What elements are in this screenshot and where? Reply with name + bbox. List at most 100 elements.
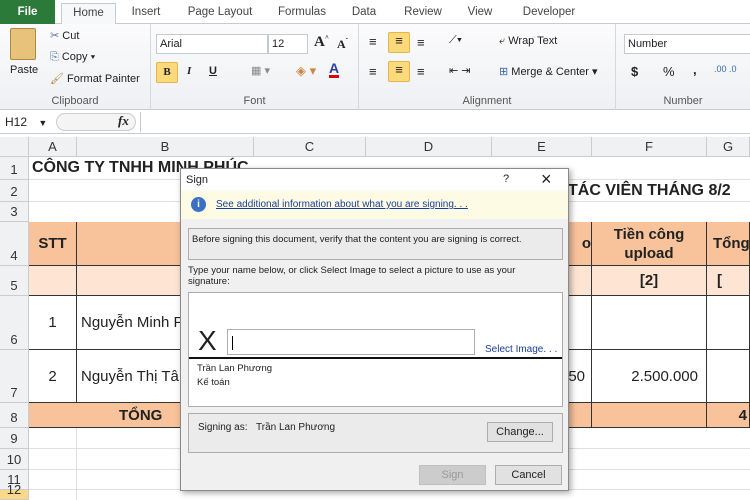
- align-center-icon[interactable]: ≡: [388, 61, 410, 82]
- tab-file[interactable]: File: [0, 0, 55, 24]
- increase-decimal-icon[interactable]: .00 .0: [714, 64, 737, 74]
- font-size-select[interactable]: 12: [268, 34, 308, 54]
- cut-button[interactable]: ✂ Cut: [50, 29, 79, 42]
- cell-g6[interactable]: [707, 296, 750, 350]
- total-f[interactable]: [592, 403, 707, 428]
- font-color-icon[interactable]: A: [329, 61, 340, 78]
- grow-font-icon[interactable]: A^: [314, 34, 329, 51]
- row-header-4[interactable]: 4: [0, 222, 29, 266]
- align-top-icon[interactable]: ≡: [369, 34, 377, 49]
- insert-function-button[interactable]: fx: [118, 113, 129, 129]
- indent-icons[interactable]: ⇤ ⇥: [449, 64, 471, 77]
- percent-button[interactable]: %: [663, 64, 675, 79]
- sign-button[interactable]: Sign: [419, 465, 486, 485]
- italic-button[interactable]: I: [187, 65, 191, 77]
- tab-review[interactable]: Review: [398, 3, 448, 24]
- row-header-3[interactable]: 3: [0, 202, 29, 222]
- paste-icon[interactable]: [10, 28, 36, 60]
- close-button[interactable]: ×: [541, 169, 552, 190]
- additional-info-link[interactable]: See additional information about what yo…: [216, 199, 468, 210]
- row-header-7[interactable]: 7: [0, 350, 29, 403]
- scissors-icon: ✂: [50, 30, 63, 42]
- format-painter-button[interactable]: 🖌 Format Painter: [50, 72, 140, 85]
- copy-button[interactable]: ⎘ Copy ▾: [50, 51, 95, 64]
- align-bottom-icon[interactable]: ≡: [417, 35, 425, 50]
- select-image-link[interactable]: Select Image. . .: [485, 344, 557, 355]
- row-header-8[interactable]: 8: [0, 403, 29, 428]
- row-header-2[interactable]: 2: [0, 180, 29, 202]
- column-header-a[interactable]: A: [29, 137, 77, 157]
- tab-home[interactable]: Home: [61, 3, 116, 25]
- merge-center-button[interactable]: ⊞ Merge & Center ▾: [499, 65, 598, 78]
- help-button[interactable]: ?: [503, 173, 509, 185]
- comma-button[interactable]: ,: [693, 62, 697, 77]
- text-cursor: [232, 336, 233, 351]
- align-right-icon[interactable]: ≡: [417, 64, 425, 79]
- brush-icon: 🖌: [50, 73, 64, 85]
- gridline: [76, 428, 77, 500]
- row-header-5[interactable]: 5: [0, 266, 29, 296]
- wrap-text-label: Wrap Text: [508, 35, 558, 47]
- header-stt[interactable]: STT: [29, 222, 77, 266]
- align-left-icon[interactable]: ≡: [369, 64, 377, 79]
- cell-f6[interactable]: [592, 296, 707, 350]
- borders-icon[interactable]: ▦ ▾: [251, 64, 270, 77]
- column-header-d[interactable]: D: [366, 137, 492, 157]
- header-upload-pay[interactable]: Tiền công upload: [592, 222, 707, 266]
- cell-f7[interactable]: 2.500.000: [592, 350, 707, 403]
- shrink-font-icon[interactable]: Aˇ: [337, 37, 348, 52]
- tab-page-layout[interactable]: Page Layout: [180, 3, 260, 24]
- formula-input[interactable]: [140, 112, 750, 132]
- orientation-icon[interactable]: ⟋▾: [449, 34, 462, 47]
- font-name-select[interactable]: Arial: [156, 34, 268, 54]
- signature-x-mark: X: [198, 325, 217, 356]
- signer-name: Trần Lan Phương: [197, 363, 273, 374]
- tab-view[interactable]: View: [460, 3, 500, 24]
- name-box[interactable]: H12 ▼: [2, 113, 52, 131]
- row-header-12[interactable]: 12: [0, 482, 29, 500]
- number-format-select[interactable]: Number: [624, 34, 750, 54]
- tab-data[interactable]: Data: [344, 3, 384, 24]
- sub-cell[interactable]: [29, 266, 77, 296]
- sign-dialog: Sign ? × i See additional information ab…: [180, 168, 569, 491]
- sub-cell-f[interactable]: [2]: [592, 266, 707, 296]
- sub-cell-g[interactable]: [: [707, 266, 750, 296]
- total-g[interactable]: 4: [707, 403, 750, 428]
- bold-button[interactable]: B: [156, 62, 178, 83]
- row-header-10[interactable]: 10: [0, 449, 29, 470]
- paste-button[interactable]: Paste: [10, 64, 38, 76]
- cell-g7[interactable]: [707, 350, 750, 403]
- clipboard-group: Paste ✂ Cut ⎘ Copy ▾ 🖌 Format Painter Cl…: [0, 24, 151, 110]
- column-header-c[interactable]: C: [254, 137, 366, 157]
- signing-as-panel: Signing as: Trần Lan Phương Change...: [188, 413, 563, 453]
- verify-notice: Before signing this document, verify tha…: [188, 228, 563, 260]
- formula-bar: H12 ▼ fx: [0, 110, 750, 134]
- align-middle-icon[interactable]: ≡: [388, 32, 410, 53]
- column-header-f[interactable]: F: [592, 137, 707, 157]
- cell-a7[interactable]: 2: [29, 350, 77, 403]
- signing-as-value: Trần Lan Phương: [256, 422, 336, 433]
- tab-formulas[interactable]: Formulas: [270, 3, 334, 24]
- wrap-text-button[interactable]: ⤶ Wrap Text: [499, 35, 557, 48]
- select-all-corner[interactable]: [0, 137, 29, 157]
- cancel-button[interactable]: Cancel: [495, 465, 562, 485]
- tab-insert[interactable]: Insert: [122, 3, 170, 24]
- sheet-title-cell[interactable]: TÁC VIÊN THÁNG 8/2: [568, 180, 731, 202]
- underline-button[interactable]: U: [209, 65, 217, 77]
- cell-a6[interactable]: 1: [29, 296, 77, 350]
- row-header-6[interactable]: 6: [0, 296, 29, 350]
- column-header-b[interactable]: B: [77, 137, 254, 157]
- currency-button[interactable]: $: [631, 64, 638, 79]
- row-header-1[interactable]: 1: [0, 157, 29, 180]
- row-header-9[interactable]: 9: [0, 428, 29, 449]
- change-button[interactable]: Change...: [487, 422, 553, 442]
- font-group: Arial 12 A^ Aˇ B I U ▦ ▾ ◈ ▾ A Font: [151, 24, 359, 110]
- column-header-g[interactable]: G: [707, 137, 750, 157]
- alignment-group: ≡ ≡ ≡ ⟋▾ ⤶ Wrap Text ≡ ≡ ≡ ⇤ ⇥ ⊞ Merge &…: [359, 24, 616, 110]
- fill-color-icon[interactable]: ◈ ▾: [296, 63, 316, 79]
- tab-developer[interactable]: Developer: [514, 3, 584, 24]
- column-header-e[interactable]: E: [492, 137, 592, 157]
- header-total[interactable]: Tổng: [707, 222, 750, 266]
- signing-as-label: Signing as:: [198, 422, 248, 433]
- signature-name-input[interactable]: [227, 329, 475, 355]
